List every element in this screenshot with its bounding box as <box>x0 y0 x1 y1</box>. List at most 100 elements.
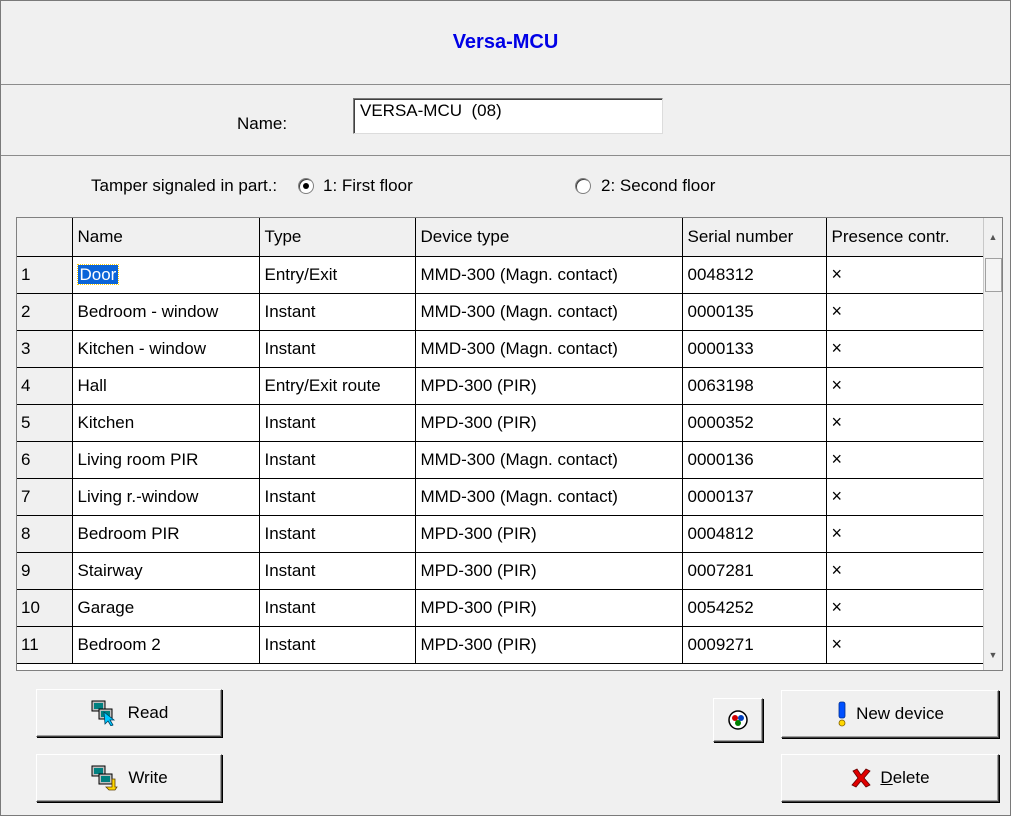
serial-number-cell[interactable]: 0000352 <box>682 404 827 442</box>
table-row[interactable]: 11 Bedroom 2 Instant MPD-300 (PIR) 0009271 × <box>17 626 985 664</box>
scroll-down-arrow-icon[interactable]: ▼ <box>984 640 1002 670</box>
col-header-presence[interactable]: Presence contr. <box>826 218 985 257</box>
device-type-cell-text: MMD-300 (Magn. contact) <box>420 301 618 321</box>
name-cell[interactable]: Bedroom 2 <box>72 626 260 664</box>
row-number-cell[interactable]: 9 <box>17 552 73 590</box>
table-row[interactable]: 2 Bedroom - window Instant MMD-300 (Magn. c… <box>17 293 985 331</box>
type-cell[interactable]: Instant <box>259 404 416 442</box>
name-cell[interactable]: Bedroom PIR <box>72 515 260 553</box>
type-cell[interactable]: Entry/Exit <box>259 256 416 294</box>
type-cell-text: Instant <box>264 449 316 469</box>
serial-number-cell[interactable]: 0048312 <box>682 256 827 294</box>
device-type-cell[interactable]: MPD-300 (PIR) <box>415 404 683 442</box>
device-type-cell[interactable]: MMD-300 (Magn. contact) <box>415 293 683 331</box>
serial-number-cell[interactable]: 0063198 <box>682 367 827 405</box>
table-row[interactable]: 1 Door Entry/Exit MMD-300 (Magn. contact) 00… <box>17 256 985 294</box>
serial-number-cell[interactable]: 0000136 <box>682 441 827 479</box>
presence-cell[interactable]: × <box>826 256 985 294</box>
device-type-cell[interactable]: MPD-300 (PIR) <box>415 552 683 590</box>
row-number-cell[interactable]: 5 <box>17 404 73 442</box>
presence-cell[interactable]: × <box>826 330 985 368</box>
name-cell[interactable]: Bedroom - window <box>72 293 260 331</box>
presence-cell[interactable]: × <box>826 478 985 516</box>
table-row[interactable]: 3 Kitchen - window Instant MMD-300 (Magn. c… <box>17 330 985 368</box>
presence-cell[interactable]: × <box>826 404 985 442</box>
type-cell-text: Instant <box>264 560 316 580</box>
row-number-cell[interactable]: 3 <box>17 330 73 368</box>
name-cell[interactable]: Garage <box>72 589 260 627</box>
table-row[interactable]: 9 Stairway Instant MPD-300 (PIR) 0007281 × <box>17 552 985 590</box>
presence-cell[interactable]: × <box>826 441 985 479</box>
test-button[interactable] <box>713 698 763 742</box>
serial-number-cell[interactable]: 0000135 <box>682 293 827 331</box>
device-type-cell[interactable]: MMD-300 (Magn. contact) <box>415 256 683 294</box>
delete-button[interactable]: Delete <box>781 754 999 802</box>
type-cell[interactable]: Instant <box>259 293 416 331</box>
read-button[interactable]: Read <box>36 689 222 737</box>
scroll-up-arrow-icon[interactable]: ▲ <box>984 218 1002 256</box>
presence-cell[interactable]: × <box>826 515 985 553</box>
presence-cell[interactable]: × <box>826 552 985 590</box>
type-cell[interactable]: Instant <box>259 478 416 516</box>
radio-first-floor-label[interactable]: 1: First floor <box>323 176 413 196</box>
new-device-button[interactable]: New device <box>781 690 999 738</box>
table-row[interactable]: 5 Kitchen Instant MPD-300 (PIR) 0000352 × <box>17 404 985 442</box>
radio-second-floor-label[interactable]: 2: Second floor <box>601 176 715 196</box>
device-type-cell[interactable]: MMD-300 (Magn. contact) <box>415 330 683 368</box>
type-cell[interactable]: Entry/Exit route <box>259 367 416 405</box>
row-number-cell[interactable]: 11 <box>17 626 73 664</box>
table-row[interactable]: 8 Bedroom PIR Instant MPD-300 (PIR) 0004812 × <box>17 515 985 553</box>
write-button[interactable]: Write <box>36 754 222 802</box>
table-row[interactable]: 4 Hall Entry/Exit route MPD-300 (PIR) 006319… <box>17 367 985 405</box>
table-row[interactable]: 6 Living room PIR Instant MMD-300 (Magn. co… <box>17 441 985 479</box>
row-number-cell[interactable]: 8 <box>17 515 73 553</box>
name-input[interactable]: VERSA-MCU (08) <box>353 98 663 134</box>
serial-number-cell[interactable]: 0000137 <box>682 478 827 516</box>
vertical-scrollbar[interactable]: ▲ ▼ <box>983 218 1002 670</box>
devices-grid[interactable]: Name Type Device type Serial number Pres… <box>16 217 1003 671</box>
name-cell[interactable]: Living r.-window <box>72 478 260 516</box>
type-cell[interactable]: Instant <box>259 441 416 479</box>
scroll-thumb[interactable] <box>985 258 1002 292</box>
presence-cell[interactable]: × <box>826 589 985 627</box>
serial-number-cell[interactable]: 0004812 <box>682 515 827 553</box>
device-type-cell[interactable]: MMD-300 (Magn. contact) <box>415 441 683 479</box>
type-cell[interactable]: Instant <box>259 626 416 664</box>
device-type-cell[interactable]: MPD-300 (PIR) <box>415 515 683 553</box>
row-number-cell[interactable]: 6 <box>17 441 73 479</box>
row-number-cell[interactable]: 7 <box>17 478 73 516</box>
table-row[interactable]: 10 Garage Instant MPD-300 (PIR) 0054252 × <box>17 589 985 627</box>
row-number-cell[interactable]: 1 <box>17 256 73 294</box>
presence-cell[interactable]: × <box>826 626 985 664</box>
name-cell[interactable]: Hall <box>72 367 260 405</box>
col-header-device-type[interactable]: Device type <box>415 218 683 257</box>
type-cell[interactable]: Instant <box>259 552 416 590</box>
presence-cell[interactable]: × <box>826 367 985 405</box>
type-cell[interactable]: Instant <box>259 589 416 627</box>
name-cell[interactable]: Kitchen <box>72 404 260 442</box>
type-cell[interactable]: Instant <box>259 330 416 368</box>
name-cell[interactable]: Kitchen - window <box>72 330 260 368</box>
col-header-serial[interactable]: Serial number <box>682 218 827 257</box>
name-cell[interactable]: Door <box>72 256 260 294</box>
type-cell[interactable]: Instant <box>259 515 416 553</box>
presence-cell[interactable]: × <box>826 293 985 331</box>
device-type-cell[interactable]: MPD-300 (PIR) <box>415 589 683 627</box>
name-cell[interactable]: Stairway <box>72 552 260 590</box>
table-row[interactable]: 7 Living r.-window Instant MMD-300 (Magn. c… <box>17 478 985 516</box>
col-header-name[interactable]: Name <box>72 218 260 257</box>
row-number-cell[interactable]: 2 <box>17 293 73 331</box>
radio-second-floor[interactable] <box>575 178 591 194</box>
serial-number-cell[interactable]: 0000133 <box>682 330 827 368</box>
radio-first-floor[interactable] <box>298 178 314 194</box>
device-type-cell[interactable]: MMD-300 (Magn. contact) <box>415 478 683 516</box>
col-header-type[interactable]: Type <box>259 218 416 257</box>
row-number-cell[interactable]: 10 <box>17 589 73 627</box>
serial-number-cell[interactable]: 0007281 <box>682 552 827 590</box>
name-cell[interactable]: Living room PIR <box>72 441 260 479</box>
row-number-cell[interactable]: 4 <box>17 367 73 405</box>
device-type-cell[interactable]: MPD-300 (PIR) <box>415 367 683 405</box>
device-type-cell[interactable]: MPD-300 (PIR) <box>415 626 683 664</box>
serial-number-cell[interactable]: 0009271 <box>682 626 827 664</box>
serial-number-cell[interactable]: 0054252 <box>682 589 827 627</box>
